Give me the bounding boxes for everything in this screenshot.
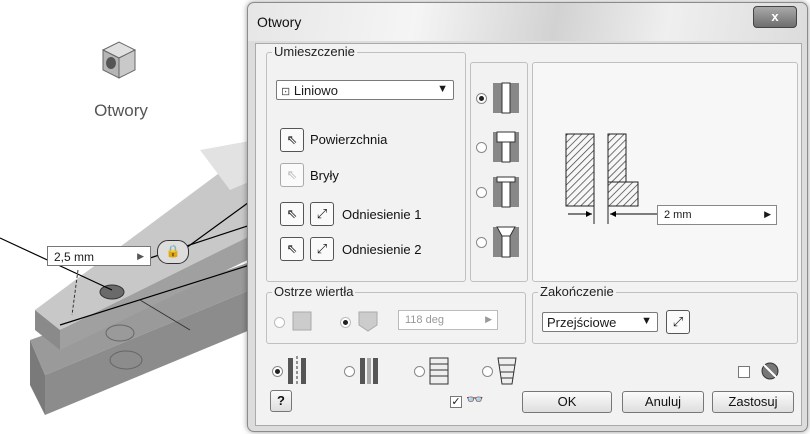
tapered-radio[interactable] bbox=[482, 366, 493, 377]
hole-type-radio-counterbore[interactable] bbox=[476, 142, 487, 153]
diameter-input[interactable]: 2 mm ▶ bbox=[657, 205, 777, 225]
preview-glasses-icon: 👓 bbox=[466, 391, 484, 407]
solids-label: Bryły bbox=[310, 168, 339, 183]
reference2-flip-button[interactable]: ⤢ bbox=[310, 237, 334, 261]
flip-direction-icon: ⤢ bbox=[316, 206, 328, 221]
surface-label: Powierzchnia bbox=[310, 132, 388, 147]
holes-dialog: Otwory x Umieszczenie ⊡ Liniowo ▼ ⇖ Powi… bbox=[247, 2, 808, 432]
help-button[interactable]: ? bbox=[270, 390, 292, 412]
hole-type-radio-simple[interactable] bbox=[476, 93, 487, 104]
simple-hole-icon bbox=[493, 82, 519, 114]
angle-point-radio[interactable] bbox=[340, 317, 351, 328]
tapered-tapped-icon bbox=[497, 357, 517, 385]
reference2-label: Odniesienie 2 bbox=[342, 242, 422, 257]
ok-button[interactable]: OK bbox=[522, 391, 612, 413]
expand-arrow-icon[interactable]: ▶ bbox=[485, 314, 492, 325]
cursor-arrow-icon: ⇖ bbox=[286, 132, 298, 147]
linear-placement-icon: ⊡ bbox=[281, 86, 291, 98]
spotface-icon bbox=[493, 176, 519, 208]
flat-point-icon bbox=[292, 311, 312, 331]
drill-point-group-title: Ostrze wiertła bbox=[272, 284, 356, 299]
dialog-title: Otwory bbox=[257, 14, 302, 30]
hole-tool-icon[interactable] bbox=[97, 38, 141, 82]
reference1-select-button[interactable]: ⇖ bbox=[280, 202, 304, 226]
angle-point-icon bbox=[358, 311, 378, 332]
chevron-down-icon: ▼ bbox=[641, 315, 652, 327]
termination-value: Przejściowe bbox=[547, 315, 617, 330]
placement-type-value: Liniowo bbox=[293, 83, 338, 98]
simple-drill-radio[interactable] bbox=[272, 366, 283, 377]
dimension-input[interactable]: 2,5 mm ▶ bbox=[47, 246, 151, 266]
close-button[interactable]: x bbox=[753, 6, 797, 28]
solids-select-button[interactable]: ⇖ bbox=[280, 163, 304, 187]
reference1-label: Odniesienie 1 bbox=[342, 207, 422, 222]
hole-tool-label: Otwory bbox=[94, 101, 148, 120]
cancel-button[interactable]: Anuluj bbox=[622, 391, 704, 413]
flip-direction-icon: ⤢ bbox=[316, 241, 328, 256]
placement-type-select[interactable]: ⊡ Liniowo ▼ bbox=[276, 80, 454, 100]
hole-type-radio-countersink[interactable] bbox=[476, 237, 487, 248]
diameter-value: 2 mm bbox=[664, 209, 692, 221]
cursor-arrow-icon: ⇖ bbox=[286, 167, 298, 182]
termination-flip-button[interactable]: ⤢ bbox=[666, 310, 690, 334]
cursor-arrow-icon: ⇖ bbox=[286, 206, 298, 221]
dimension-value: 2,5 mm bbox=[54, 250, 95, 264]
iMate-checkbox[interactable] bbox=[738, 366, 750, 378]
hole-cube-icon bbox=[101, 41, 137, 79]
expand-arrow-icon[interactable]: ▶ bbox=[764, 209, 771, 220]
drill-angle-value: 118 deg bbox=[405, 314, 444, 326]
countersink-icon bbox=[493, 226, 519, 258]
clearance-radio[interactable] bbox=[344, 366, 355, 377]
simple-drill-icon bbox=[288, 356, 306, 386]
hole-type-radio-spotface[interactable] bbox=[476, 187, 487, 198]
reference1-flip-button[interactable]: ⤢ bbox=[310, 202, 334, 226]
lock-icon[interactable]: 🔒 bbox=[157, 240, 189, 264]
tapped-radio[interactable] bbox=[414, 366, 425, 377]
drill-angle-input[interactable]: 118 deg ▶ bbox=[398, 310, 498, 330]
dialog-titlebar[interactable]: Otwory x bbox=[248, 3, 807, 41]
counterbore-icon bbox=[493, 131, 519, 163]
surface-select-button[interactable]: ⇖ bbox=[280, 128, 304, 152]
flat-point-radio[interactable] bbox=[274, 317, 285, 328]
termination-group-title: Zakończenie bbox=[538, 284, 616, 299]
flip-direction-icon: ⤢ bbox=[672, 314, 684, 329]
apply-button[interactable]: Zastosuj bbox=[712, 391, 794, 413]
placement-group-title: Umieszczenie bbox=[272, 44, 357, 59]
termination-select[interactable]: Przejściowe ▼ bbox=[542, 312, 658, 332]
dialog-content: Umieszczenie ⊡ Liniowo ▼ ⇖ Powierzchnia … bbox=[255, 43, 802, 426]
reference2-select-button[interactable]: ⇖ bbox=[280, 237, 304, 261]
clearance-hole-icon bbox=[360, 358, 378, 384]
chevron-down-icon: ▼ bbox=[437, 83, 448, 95]
cursor-arrow-icon: ⇖ bbox=[286, 241, 298, 256]
preview-checkbox[interactable]: ✓ bbox=[450, 396, 462, 408]
tapped-hole-icon bbox=[429, 357, 449, 385]
imate-icon[interactable] bbox=[760, 361, 780, 381]
expand-arrow-icon[interactable]: ▶ bbox=[137, 251, 144, 262]
